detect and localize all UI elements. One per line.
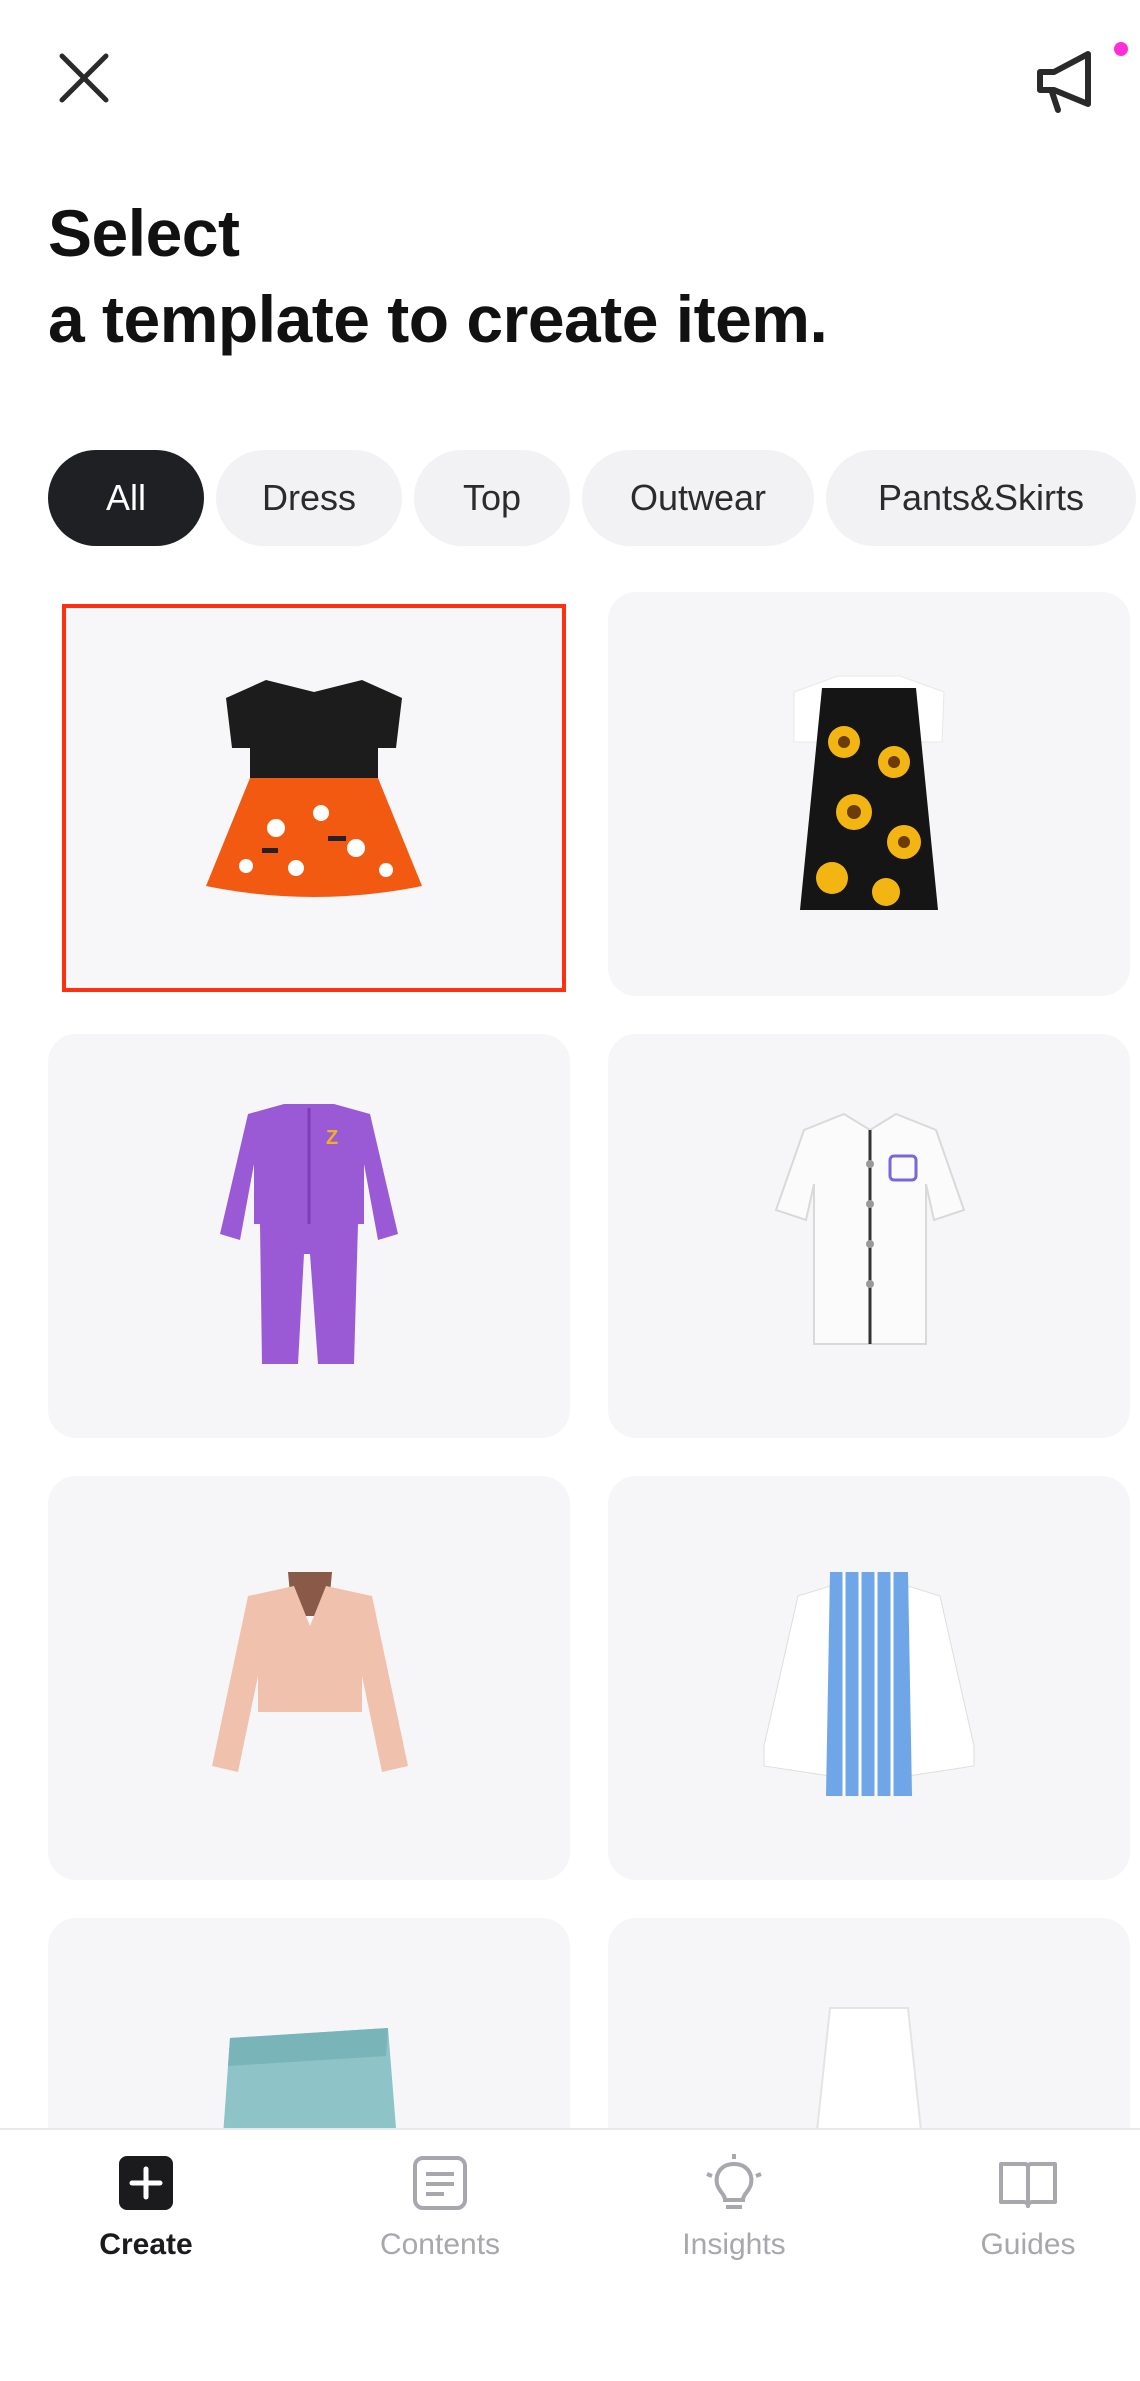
- document-icon: [413, 2156, 467, 2210]
- title-line-1: Select: [48, 196, 240, 270]
- chip-all[interactable]: All: [48, 450, 204, 546]
- template-card-baseball-jersey[interactable]: [608, 1034, 1130, 1438]
- template-card-halloween-dress[interactable]: [62, 604, 566, 992]
- announcements-button[interactable]: [1030, 38, 1120, 118]
- lightbulb-icon: [706, 2154, 762, 2209]
- pink-jacket-image: [212, 1572, 408, 1772]
- title-line-2: a template to create item.: [48, 282, 828, 356]
- bottom-navigation: Create Contents Insights Guides: [0, 2128, 1140, 2381]
- sunflower-dress-image: [793, 675, 945, 910]
- top-bar: [0, 0, 1140, 160]
- page-title: Select a template to create item.: [48, 190, 828, 362]
- category-chips: All Dress Top Outwear Pants&Skirts: [48, 450, 1136, 546]
- chip-outwear[interactable]: Outwear: [582, 450, 814, 546]
- nav-insights[interactable]: Insights: [614, 2154, 854, 2274]
- close-icon: [59, 53, 109, 103]
- nav-create[interactable]: Create: [26, 2154, 266, 2274]
- purple-tracksuit-image: Z: [220, 1104, 398, 1364]
- nav-contents[interactable]: Contents: [320, 2154, 560, 2274]
- nav-guides[interactable]: Guides: [908, 2154, 1140, 2274]
- nav-insights-label: Insights: [682, 2228, 786, 2261]
- baseball-jersey-image: [774, 1112, 966, 1345]
- book-icon: [999, 2162, 1057, 2208]
- template-card-sunflower-dress[interactable]: [608, 592, 1130, 996]
- chip-top[interactable]: Top: [414, 450, 570, 546]
- halloween-dress-image: [206, 680, 422, 897]
- megaphone-icon: [1037, 51, 1091, 113]
- chip-pants-skirts[interactable]: Pants&Skirts: [826, 450, 1136, 546]
- template-card-purple-tracksuit[interactable]: Z: [48, 1034, 570, 1438]
- striped-shirt-image: [763, 1572, 975, 1796]
- nav-contents-label: Contents: [379, 2228, 501, 2261]
- nav-guides-label: Guides: [980, 2228, 1076, 2261]
- notification-dot: [1114, 42, 1128, 56]
- chip-dress[interactable]: Dress: [216, 450, 402, 546]
- plus-square-icon: [119, 2156, 173, 2210]
- template-card-striped-shirt[interactable]: [608, 1476, 1130, 1880]
- nav-create-label: Create: [99, 2228, 193, 2261]
- template-card-pink-jacket[interactable]: [48, 1476, 570, 1880]
- svg-text:Z: Z: [326, 1127, 338, 1149]
- close-button[interactable]: [48, 42, 120, 114]
